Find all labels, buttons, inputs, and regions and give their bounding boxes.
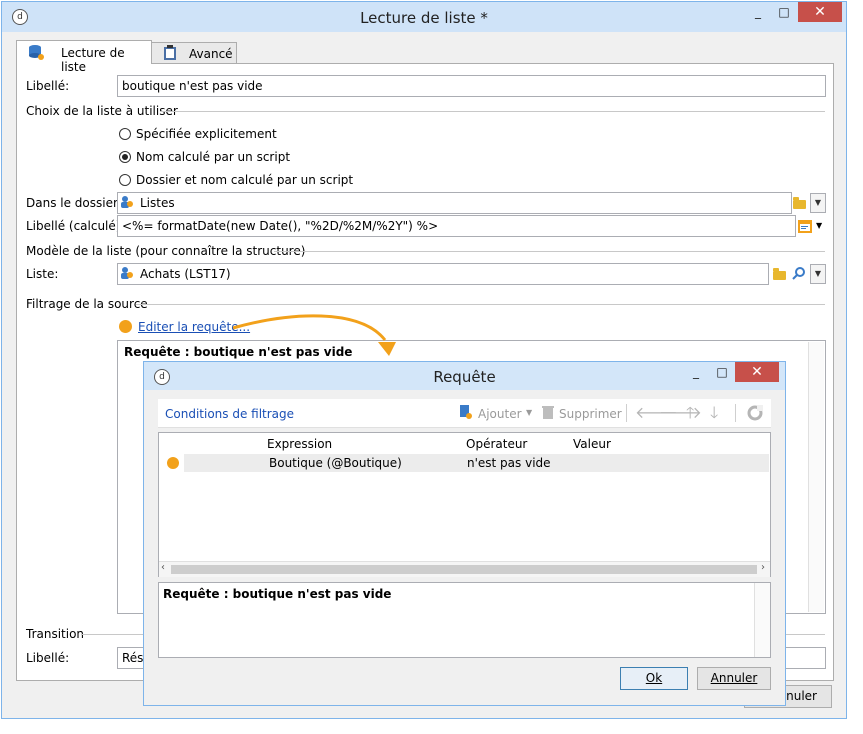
dialog-query-scrollbar[interactable] xyxy=(754,583,770,657)
cancel-label: Annuler xyxy=(710,671,758,685)
arrow-down-icon[interactable]: 🡓 xyxy=(710,405,718,421)
main-title-bar: d Lecture de liste * _ □ ✕ xyxy=(2,2,846,32)
edit-query-link[interactable]: Editer la requête... xyxy=(138,320,250,334)
liste-label: Liste: xyxy=(26,267,59,281)
dialog-query-text: Requête : boutique n'est pas vide xyxy=(163,587,392,601)
liste-value: Achats (LST17) xyxy=(140,267,231,281)
refresh-icon[interactable] xyxy=(747,405,763,421)
main-window-title: Lecture de liste * xyxy=(360,9,488,27)
dossier-dropdown-button[interactable]: ▼ xyxy=(810,193,826,213)
scroll-right-icon[interactable]: › xyxy=(761,562,765,573)
radio-nom-calcule[interactable] xyxy=(119,151,131,163)
search-icon[interactable] xyxy=(792,266,806,280)
toolbar-divider xyxy=(626,404,627,422)
chevron-down-icon[interactable]: ▼ xyxy=(526,408,532,417)
column-header-valeur[interactable]: Valeur xyxy=(573,437,611,451)
section-filtrage-title: Filtrage de la source xyxy=(26,297,148,311)
script-editor-icon[interactable] xyxy=(798,220,812,233)
query-preview-text: Requête : boutique n'est pas vide xyxy=(124,345,353,359)
tab-label: Avancé xyxy=(189,47,233,61)
liste-dropdown-button[interactable]: ▼ xyxy=(810,264,826,284)
column-header-expression[interactable]: Expression xyxy=(267,437,332,451)
status-dot-icon xyxy=(119,320,132,333)
database-icon xyxy=(29,45,44,60)
scroll-left-icon[interactable]: ‹ xyxy=(161,562,165,573)
tab-avance[interactable]: Avancé xyxy=(151,42,237,64)
query-dialog: d Requête _ □ ✕ Conditions de filtrage A… xyxy=(143,361,786,706)
radio-nom-calcule-label[interactable]: Nom calculé par un script xyxy=(136,150,290,164)
libelle-calc-input[interactable]: <%= formatDate(new Date(), "%2D/%2M/%2Y"… xyxy=(117,215,796,237)
cancel-button[interactable]: Annuler xyxy=(697,667,771,690)
transition-libelle-label: Libellé: xyxy=(26,651,70,665)
libelle-calc-label: Libellé (calculé): xyxy=(26,219,125,233)
annuler-label: nuler xyxy=(786,689,817,703)
minimize-button[interactable]: _ xyxy=(746,2,770,22)
delete-button[interactable]: Supprimer xyxy=(559,407,622,421)
ok-button[interactable]: Ok xyxy=(620,667,688,690)
add-condition-icon[interactable] xyxy=(459,404,473,420)
query-preview-scrollbar[interactable] xyxy=(808,342,824,612)
scroll-thumb[interactable] xyxy=(171,565,757,574)
conditions-label: Conditions de filtrage xyxy=(165,407,295,421)
dossier-label: Dans le dossier: xyxy=(26,196,122,210)
tab-lecture-de-liste[interactable]: Lecture de liste xyxy=(16,40,152,74)
folder-people-icon xyxy=(121,196,133,208)
section-divider xyxy=(136,304,825,305)
close-button[interactable]: ✕ xyxy=(735,362,779,382)
browse-folder-icon[interactable] xyxy=(793,197,806,209)
dialog-query-box: Requête : boutique n'est pas vide xyxy=(158,582,771,658)
radio-specifiee-label[interactable]: Spécifiée explicitement xyxy=(136,127,277,141)
arrow-right-icon[interactable]: 🡒 xyxy=(659,405,702,421)
radio-specifiee[interactable] xyxy=(119,128,131,140)
row-operator: n'est pas vide xyxy=(467,456,551,470)
section-transition-title: Transition xyxy=(26,627,85,641)
section-choix-title: Choix de la liste à utiliser xyxy=(26,104,178,118)
clipboard-icon xyxy=(164,45,176,60)
table-horizontal-scrollbar[interactable]: ‹ › xyxy=(159,561,770,577)
maximize-button[interactable]: □ xyxy=(710,362,734,382)
status-dot-icon xyxy=(167,457,179,469)
section-modele-title: Modèle de la liste (pour connaître la st… xyxy=(26,244,306,258)
dossier-input[interactable]: Listes xyxy=(117,192,792,214)
libelle-input[interactable]: boutique n'est pas vide xyxy=(117,75,826,97)
section-divider xyxy=(274,251,825,252)
radio-dossier-nom[interactable] xyxy=(119,174,131,186)
trash-icon[interactable] xyxy=(542,405,554,419)
arrow-up-icon[interactable]: 🡑 xyxy=(686,405,694,421)
browse-folder-icon[interactable] xyxy=(773,268,786,280)
dossier-value: Listes xyxy=(140,196,175,210)
libelle-label: Libellé: xyxy=(26,79,70,93)
radio-dossier-nom-label[interactable]: Dossier et nom calculé par un script xyxy=(136,173,353,187)
maximize-button[interactable]: □ xyxy=(772,2,796,22)
chevron-down-icon[interactable]: ▼ xyxy=(816,221,822,230)
tab-label: Lecture de liste xyxy=(61,46,125,74)
list-people-icon xyxy=(121,267,133,279)
section-divider xyxy=(160,111,825,112)
toolbar-divider xyxy=(735,404,736,422)
minimize-button[interactable]: _ xyxy=(684,362,708,382)
row-expression: Boutique (@Boutique) xyxy=(269,456,402,470)
dialog-title-bar: d Requête _ □ ✕ xyxy=(144,362,785,390)
ok-label: Ok xyxy=(645,671,663,685)
add-button[interactable]: Ajouter xyxy=(478,407,522,421)
liste-input[interactable]: Achats (LST17) xyxy=(117,263,769,285)
close-button[interactable]: ✕ xyxy=(798,2,842,22)
column-header-operateur[interactable]: Opérateur xyxy=(466,437,527,451)
